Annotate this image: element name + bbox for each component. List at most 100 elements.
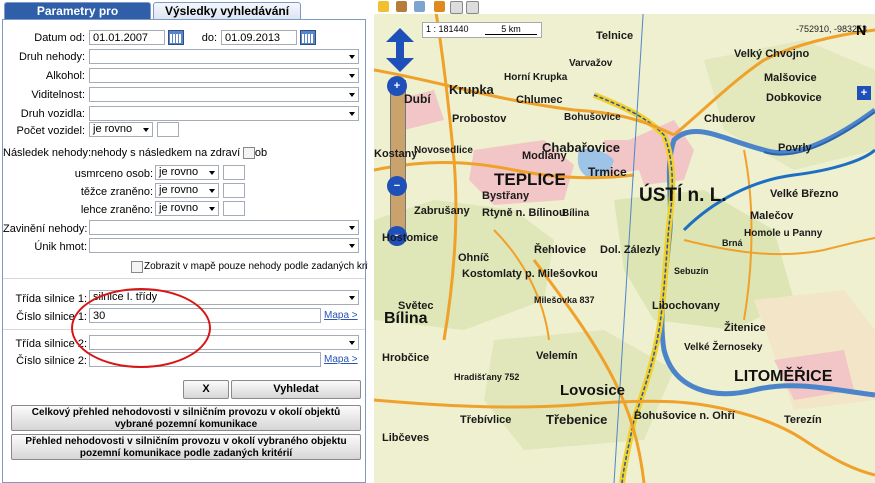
overview-surroundings-button[interactable]: Celkový přehled nehodovosti v silničním …: [11, 405, 361, 431]
usmrceno-input[interactable]: [223, 165, 245, 180]
mapa-link-1[interactable]: Mapa >: [324, 310, 358, 321]
place-label: Bílina: [384, 310, 428, 327]
lehce-label: lehce zraněno:: [80, 204, 153, 216]
unik-hmot-label: Únik hmot:: [34, 241, 87, 253]
place-label: Brná: [722, 238, 743, 248]
search-button[interactable]: Vyhledat: [231, 380, 361, 399]
tezce-input[interactable]: [223, 183, 245, 198]
overview2-line1: Přehled nehodovosti v silničním provozu …: [25, 436, 347, 447]
unik-hmot-select[interactable]: [89, 238, 359, 253]
place-label: Řehlovice: [534, 244, 586, 256]
druh-nehody-select[interactable]: [89, 49, 359, 64]
place-label: Dol. Zálezly: [600, 244, 661, 256]
nasledek-checkbox[interactable]: [243, 147, 255, 159]
tab-search-parameters[interactable]: Parametry pro vyhledávání: [4, 2, 151, 35]
overview2-line2: pozemní komunikace podle zadaných kritér…: [79, 448, 293, 459]
zavineni-select[interactable]: [89, 220, 359, 235]
tezce-label: těžce zraněno:: [80, 186, 153, 198]
overview-selected-object-button[interactable]: Přehled nehodovosti v silničním provozu …: [11, 434, 361, 460]
place-label: Hostomice: [382, 232, 439, 244]
select-arrow-icon[interactable]: [466, 1, 479, 14]
place-label: Chuderov: [704, 113, 756, 125]
place-label: Milešovka 837: [534, 295, 595, 305]
viditelnost-label: Viditelnost:: [31, 89, 85, 101]
zobrazit-label: Zobrazit v mapě pouze nehody podle zadan…: [144, 261, 385, 272]
place-label: ÚSTÍ n. L.: [639, 185, 727, 206]
trida1-label: Třída silnice 1:: [15, 293, 87, 305]
tezce-operator[interactable]: je rovno: [155, 183, 219, 198]
place-label: Horní Krupka: [504, 72, 568, 83]
viditelnost-select[interactable]: [89, 87, 359, 102]
clear-button[interactable]: X: [183, 380, 229, 399]
highlight-circle: [71, 288, 211, 368]
scale-bar: 5 km: [485, 24, 537, 35]
place-label: Ohníč: [458, 252, 490, 264]
place-label: LITOMĚŘICE: [734, 368, 833, 385]
place-label: Malečov: [750, 210, 794, 222]
nasledek-label: Následek nehody:: [3, 147, 92, 159]
place-label: Hrobčice: [382, 352, 430, 364]
place-label: Telnice: [596, 30, 634, 42]
date-from-input[interactable]: 01.01.2007: [89, 30, 165, 45]
scale-ratio: 1 : 181440: [426, 24, 469, 34]
pocet-vozidel-operator[interactable]: je rovno: [89, 122, 153, 137]
place-label: Bystřany: [482, 190, 530, 202]
place-label: Varvažov: [569, 58, 613, 69]
scale-box: 1 : 181440 5 km: [422, 22, 542, 38]
place-label: Libochovany: [652, 300, 720, 312]
place-label: Třebívlice: [460, 414, 512, 426]
calendar-icon[interactable]: [300, 30, 316, 45]
mapa-link-2[interactable]: Mapa >: [324, 354, 358, 365]
place-label: Povrly: [778, 142, 812, 154]
place-label: Kostomlaty p. Milešovkou: [462, 268, 598, 280]
place-label: Velké Březno: [770, 188, 839, 200]
place-label: Hradišťany 752: [454, 372, 520, 382]
place-label: Terezín: [784, 414, 822, 426]
search-panel: Parametry pro vyhledávání Výsledky vyhle…: [0, 0, 384, 483]
pocet-vozidel-label: Počet vozidel:: [16, 125, 85, 137]
home-icon[interactable]: [396, 1, 407, 12]
usmrceno-label: usmrceno osob:: [74, 168, 153, 180]
place-label: Rtyně n. Bílinou: [482, 207, 566, 219]
pin-icon[interactable]: [434, 1, 445, 12]
zobrazit-checkbox[interactable]: [131, 261, 143, 273]
overview-line1: Celkový přehled nehodovosti v silničním …: [31, 407, 341, 418]
place-label: Krupka: [449, 82, 494, 97]
place-label: Trmice: [588, 165, 627, 179]
place-label: Dobkovice: [766, 92, 822, 104]
date-to-input[interactable]: 01.09.2013: [221, 30, 297, 45]
nasledek-option-label: nehody s následkem na zdraví osob: [91, 147, 268, 159]
alkohol-select[interactable]: [89, 68, 359, 83]
cislo2-label: Číslo silnice 2:: [16, 355, 87, 367]
zoom-level-marker-icon[interactable]: −: [387, 176, 407, 196]
parameters-form: Datum od: 01.01.2007 do: 01.09.2013 Druh…: [2, 19, 384, 483]
expand-icon[interactable]: +: [857, 86, 871, 100]
chart-icon[interactable]: [378, 1, 389, 12]
calendar-icon[interactable]: [168, 30, 184, 45]
divider: [3, 278, 365, 279]
place-label: Probostov: [452, 113, 507, 125]
place-label: Žitenice: [724, 322, 766, 334]
pocet-vozidel-input[interactable]: [157, 122, 179, 137]
place-label: Chabařovice: [542, 140, 621, 155]
map-view[interactable]: 1 : 181440 5 km -752910, -983253 + − − N…: [374, 0, 875, 483]
druh-nehody-label: Druh nehody:: [18, 51, 85, 63]
place-label: Zabrušany: [414, 205, 470, 217]
place-label: TEPLICE: [494, 170, 566, 189]
pan-hand-icon[interactable]: [450, 1, 463, 14]
date-from-label: Datum od:: [34, 32, 85, 44]
date-to-label: do:: [201, 32, 217, 44]
druh-vozidla-select[interactable]: [89, 106, 359, 121]
place-label: Bohušovice: [564, 112, 621, 123]
eraser-icon[interactable]: [414, 1, 425, 12]
tab-search-results[interactable]: Výsledky vyhledávání: [153, 2, 301, 20]
lehce-input[interactable]: [223, 201, 245, 216]
place-label: Dubí: [404, 92, 431, 106]
lehce-operator[interactable]: je rovno: [155, 201, 219, 216]
overview-line2: vybrané pozemní komunikace: [114, 419, 258, 430]
pan-control[interactable]: [384, 28, 416, 72]
place-label: Velké Žernoseky: [684, 342, 763, 353]
usmrceno-operator[interactable]: je rovno: [155, 165, 219, 180]
alkohol-label: Alkohol:: [45, 70, 85, 82]
place-label: Homole u Panny: [744, 228, 823, 239]
